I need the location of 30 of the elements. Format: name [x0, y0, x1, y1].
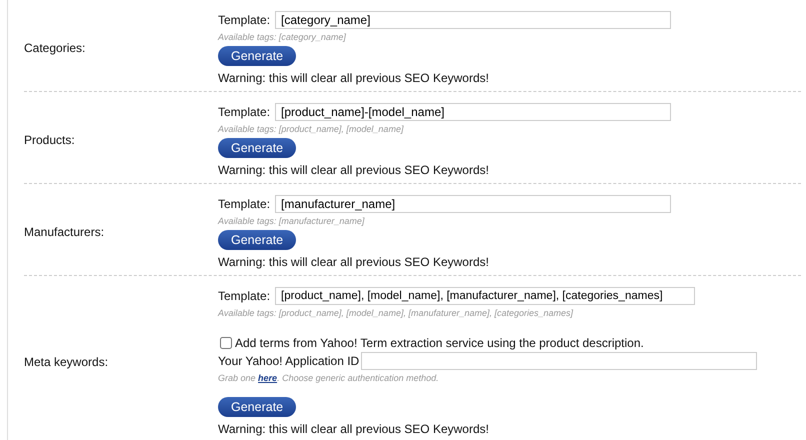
template-label: Template: [218, 105, 270, 119]
yahoo-checkbox[interactable] [220, 337, 232, 349]
generate-button[interactable]: Generate [218, 138, 296, 158]
warning-text: Warning: this will clear all previous SEO Keywords! [218, 71, 490, 85]
template-field[interactable]: [product_name]-[model_name] [275, 103, 672, 121]
checkbox-label: Add terms from Yahoo! Term extraction service using the product description. [235, 336, 644, 350]
generate-button[interactable]: Generate [218, 46, 296, 66]
template-label: Template: [218, 13, 270, 27]
section-label: Categories: [24, 41, 86, 55]
template-field[interactable]: [category_name] [275, 11, 672, 29]
template-field[interactable]: [manufacturer_name] [275, 195, 672, 213]
section-label: Meta keywords: [24, 354, 110, 368]
app-id-field[interactable] [361, 352, 758, 370]
available-tags: Available tags: [product_name], [model_name] [218, 124, 672, 134]
warning-text: Warning: this will clear all previous SEO Keywords! [218, 422, 490, 436]
available-tags: Available tags: [product_name], [model_name], [manufaturer_name], [categories_names] [218, 308, 758, 318]
warning-text: Warning: this will clear all previous SEO Keywords! [218, 163, 490, 177]
here-link[interactable]: here [258, 373, 278, 383]
generate-button[interactable]: Generate [218, 230, 296, 250]
app-id-label: Your Yahoo! Application ID [218, 354, 360, 368]
template-label: Template: [218, 289, 270, 303]
section-label: Manufacturers: [24, 225, 106, 239]
hint-text: Grab one here. Choose generic authentication method. [218, 373, 440, 383]
warning-text: Warning: this will clear all previous SEO Keywords! [218, 255, 490, 269]
available-tags: Available tags: [manufacturer_name] [218, 216, 672, 226]
generate-button[interactable]: Generate [218, 397, 296, 417]
section-label: Products: [24, 133, 76, 147]
available-tags: Available tags: [category_name] [218, 32, 672, 42]
template-label: Template: [218, 197, 270, 211]
template-field[interactable]: [product_name], [model_name], [manufacturer_name], [categories_names] [275, 287, 696, 305]
